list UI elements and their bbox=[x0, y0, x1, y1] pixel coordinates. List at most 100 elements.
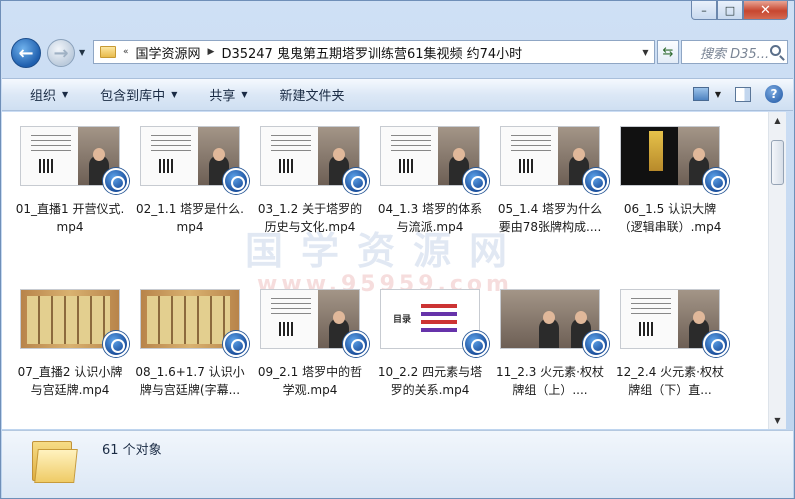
video-player-icon bbox=[583, 331, 609, 357]
video-thumbnail bbox=[140, 120, 249, 194]
thumbnail-image bbox=[140, 126, 249, 194]
file-name: 03_1.2 关于塔罗的历史与文化.mp4 bbox=[257, 202, 363, 234]
thumbnail-image: 目录 bbox=[380, 289, 489, 357]
thumbnail-image bbox=[260, 126, 369, 194]
video-player-icon bbox=[343, 331, 369, 357]
folder-icon bbox=[100, 46, 116, 58]
chevron-down-icon: ▼ bbox=[241, 90, 248, 99]
breadcrumb: « 国学资源网 ▶ D35247 鬼鬼第五期塔罗训练营61集视频 约74小时 bbox=[116, 43, 522, 62]
include-library-menu[interactable]: 包含到库中 ▼ bbox=[90, 79, 187, 110]
scroll-up-icon[interactable]: ▲ bbox=[769, 112, 786, 129]
video-player-icon bbox=[583, 168, 609, 194]
thumbnail-image bbox=[140, 289, 249, 357]
video-thumbnail bbox=[20, 120, 129, 194]
video-player-icon bbox=[343, 168, 369, 194]
file-name: 07_直播2 认识小牌与宫廷牌.mp4 bbox=[17, 365, 123, 397]
scroll-thumb[interactable] bbox=[771, 140, 784, 185]
video-player-icon bbox=[223, 331, 249, 357]
search-input[interactable]: 搜索 D35... bbox=[681, 40, 788, 64]
close-button[interactable]: ✕ bbox=[743, 1, 788, 20]
maximize-button[interactable]: □ bbox=[717, 1, 743, 20]
back-button[interactable]: ← bbox=[11, 38, 41, 68]
file-item[interactable]: 目录 10_2.2 四元素与塔罗的关系.mp4 bbox=[370, 283, 490, 428]
folder-icon bbox=[32, 437, 78, 483]
new-folder-label: 新建文件夹 bbox=[279, 89, 345, 104]
file-item[interactable]: 06_1.5 认识大牌（逻辑串联）.mp4 bbox=[610, 120, 730, 265]
file-item[interactable]: 11_2.3 火元素·权杖牌组（上）.... bbox=[490, 283, 610, 428]
file-name: 06_1.5 认识大牌（逻辑串联）.mp4 bbox=[618, 202, 722, 234]
command-bar-right: ▼ ? bbox=[692, 85, 783, 103]
breadcrumb-separator-icon[interactable]: ▶ bbox=[208, 47, 215, 57]
file-item[interactable]: 04_1.3 塔罗的体系与流派.mp4 bbox=[370, 120, 490, 265]
video-thumbnail bbox=[380, 120, 489, 194]
forward-button[interactable]: → bbox=[47, 39, 75, 67]
file-item[interactable]: 01_直播1 开营仪式.mp4 bbox=[10, 120, 130, 265]
preview-pane-icon[interactable] bbox=[735, 86, 751, 102]
change-view-button[interactable]: ▼ bbox=[692, 87, 721, 101]
refresh-icon: ⇆ bbox=[662, 44, 674, 60]
file-item[interactable]: 07_直播2 认识小牌与宫廷牌.mp4 bbox=[10, 283, 130, 428]
file-name: 08_1.6+1.7 认识小牌与宫廷牌(字幕... bbox=[135, 365, 245, 397]
share-menu[interactable]: 共享 ▼ bbox=[199, 79, 257, 110]
file-item[interactable]: 09_2.1 塔罗中的哲学观.mp4 bbox=[250, 283, 370, 428]
details-pane: 61 个对象 bbox=[2, 430, 793, 498]
file-item[interactable]: 03_1.2 关于塔罗的历史与文化.mp4 bbox=[250, 120, 370, 265]
thumbnail-image bbox=[500, 126, 609, 194]
file-item[interactable]: 02_1.1 塔罗是什么.mp4 bbox=[130, 120, 250, 265]
video-player-icon bbox=[703, 168, 729, 194]
refresh-button[interactable]: ⇆ bbox=[657, 40, 679, 64]
scroll-down-icon[interactable]: ▼ bbox=[769, 412, 786, 429]
video-thumbnail bbox=[140, 283, 249, 357]
minimize-button[interactable]: – bbox=[691, 1, 717, 20]
video-player-icon bbox=[463, 168, 489, 194]
thumbnail-image bbox=[620, 289, 729, 357]
video-thumbnail bbox=[620, 120, 729, 194]
view-icon bbox=[692, 87, 709, 101]
command-bar: 组织 ▼ 包含到库中 ▼ 共享 ▼ 新建文件夹 ▼ ? bbox=[2, 78, 793, 111]
video-thumbnail bbox=[260, 120, 369, 194]
breadcrumb-item-root[interactable]: 国学资源网 bbox=[136, 43, 201, 62]
arrow-right-icon: → bbox=[53, 42, 69, 64]
overflow-chevron-icon[interactable]: « bbox=[123, 47, 129, 57]
thumbnail-image bbox=[20, 289, 129, 357]
video-player-icon bbox=[103, 168, 129, 194]
file-item[interactable]: 08_1.6+1.7 认识小牌与宫廷牌(字幕... bbox=[130, 283, 250, 428]
file-item[interactable]: 05_1.4 塔罗为什么要由78张牌构成.... bbox=[490, 120, 610, 265]
share-label: 共享 bbox=[209, 89, 236, 104]
explorer-window: – □ ✕ ← → ▼ « 国学资源网 ▶ D35247 鬼鬼第五期塔罗训练营6… bbox=[0, 0, 795, 499]
new-folder-button[interactable]: 新建文件夹 bbox=[270, 79, 355, 110]
address-dropdown[interactable]: ▼ bbox=[636, 41, 654, 63]
thumbnail-image bbox=[620, 126, 729, 194]
file-name: 10_2.2 四元素与塔罗的关系.mp4 bbox=[377, 365, 483, 397]
file-name: 05_1.4 塔罗为什么要由78张牌构成.... bbox=[497, 202, 603, 234]
video-thumbnail bbox=[20, 283, 129, 357]
breadcrumb-item-current[interactable]: D35247 鬼鬼第五期塔罗训练营61集视频 约74小时 bbox=[221, 43, 522, 62]
file-name: 04_1.3 塔罗的体系与流派.mp4 bbox=[377, 202, 483, 234]
video-player-icon bbox=[103, 331, 129, 357]
help-icon[interactable]: ? bbox=[765, 85, 783, 103]
item-count: 61 个对象 bbox=[102, 443, 162, 458]
file-name: 12_2.4 火元素·权杖牌组（下）直... bbox=[616, 365, 724, 397]
search-icon bbox=[770, 45, 781, 56]
caption-buttons: – □ ✕ bbox=[691, 1, 788, 21]
file-name: 01_直播1 开营仪式.mp4 bbox=[15, 202, 125, 234]
thumbnail-image bbox=[260, 289, 369, 357]
address-bar[interactable]: « 国学资源网 ▶ D35247 鬼鬼第五期塔罗训练营61集视频 约74小时 ▼ bbox=[93, 40, 655, 64]
video-player-icon bbox=[223, 168, 249, 194]
video-thumbnail bbox=[500, 283, 609, 357]
organize-menu[interactable]: 组织 ▼ bbox=[20, 79, 78, 110]
file-name: 02_1.1 塔罗是什么.mp4 bbox=[136, 202, 244, 234]
file-grid: 01_直播1 开营仪式.mp4 02_1.1 塔罗是什么.mp4 03_1.2 关于… bbox=[10, 120, 730, 428]
vertical-scrollbar[interactable]: ▲ ▼ bbox=[768, 112, 786, 429]
thumbnail-image bbox=[500, 289, 609, 357]
file-name: 11_2.3 火元素·权杖牌组（上）.... bbox=[496, 365, 604, 397]
chevron-down-icon: ▼ bbox=[714, 89, 721, 99]
file-item[interactable]: 12_2.4 火元素·权杖牌组（下）直... bbox=[610, 283, 730, 428]
file-list[interactable]: 国学资源网 www.95959.com 01_直播1 开营仪式.mp4 02_1.… bbox=[2, 112, 768, 429]
recent-pages-dropdown[interactable]: ▼ bbox=[79, 48, 85, 57]
video-player-icon bbox=[463, 331, 489, 357]
video-thumbnail bbox=[500, 120, 609, 194]
arrow-left-icon: ← bbox=[18, 42, 34, 64]
file-name: 09_2.1 塔罗中的哲学观.mp4 bbox=[257, 365, 363, 397]
search-placeholder: 搜索 D35... bbox=[700, 46, 770, 62]
